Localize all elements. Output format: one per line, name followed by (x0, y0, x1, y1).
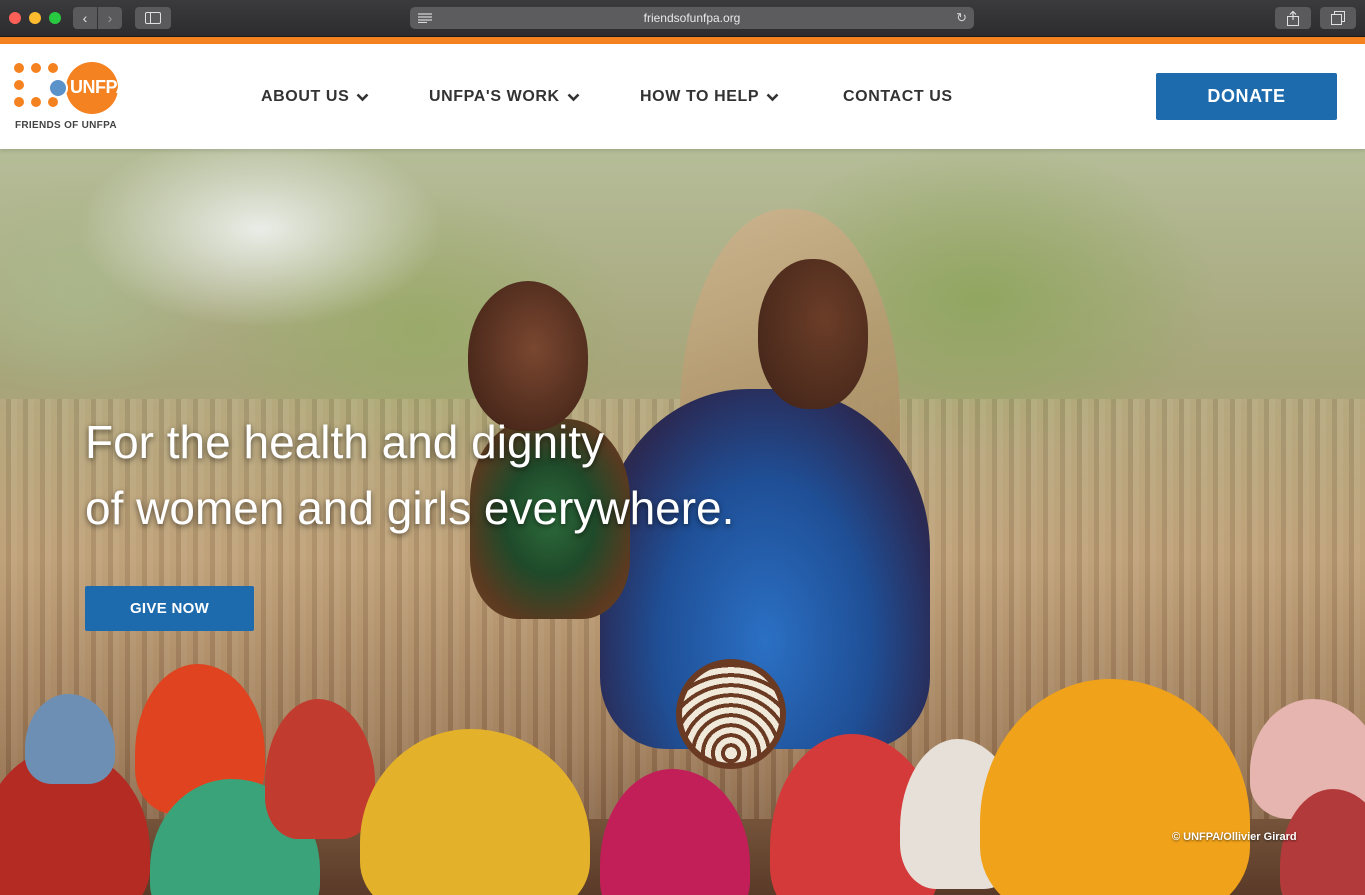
friends-of-unfpa-logo[interactable]: UNFPA FRIENDS OF UNFPA (14, 62, 129, 132)
photo-woman-face (758, 259, 868, 409)
logo-subtitle: FRIENDS OF UNFPA (15, 120, 117, 131)
share-button[interactable] (1275, 7, 1311, 29)
give-now-button[interactable]: GIVE NOW (85, 586, 254, 631)
nav-about-us[interactable]: ABOUT US (261, 88, 369, 106)
nav-contact-us[interactable]: CONTACT US (843, 88, 953, 106)
hero-banner: For the health and dignity of women and … (0, 149, 1365, 895)
back-button[interactable]: ‹ (73, 7, 97, 29)
nav-label: HOW TO HELP (640, 88, 760, 105)
reload-icon[interactable]: ↻ (956, 11, 967, 25)
chevron-down-icon (567, 93, 580, 101)
tabs-overview-button[interactable] (1320, 7, 1356, 29)
nav-unfpas-work[interactable]: UNFPA'S WORK (429, 88, 580, 106)
tabs-icon (1331, 11, 1345, 25)
chevron-left-icon: ‹ (82, 10, 88, 26)
donate-button[interactable]: DONATE (1156, 73, 1337, 120)
window-minimize-button[interactable] (29, 12, 41, 24)
browser-toolbar: ‹ › friendsofunfpa.org ↻ (0, 0, 1365, 37)
chevron-right-icon: › (107, 10, 113, 26)
url-text: friendsofunfpa.org (643, 11, 741, 25)
sidebar-icon (145, 12, 161, 24)
sidebar-toggle-button[interactable] (135, 7, 171, 29)
chevron-down-icon (766, 93, 779, 101)
photo-crowd (0, 639, 1365, 895)
nav-label: CONTACT US (843, 88, 953, 105)
hero-headline: For the health and dignity of women and … (85, 409, 885, 541)
window-maximize-button[interactable] (49, 12, 61, 24)
photo-credit: © UNFPA/Ollivier Girard (1172, 831, 1297, 843)
site-header: UNFPA FRIENDS OF UNFPA ABOUT US UNFPA'S … (0, 44, 1365, 149)
un-globe-icon (48, 78, 68, 98)
window-close-button[interactable] (9, 12, 21, 24)
hero-headline-line-2: of women and girls everywhere. (85, 482, 735, 534)
logo-wordmark: UNFPA (70, 77, 129, 97)
share-icon (1287, 11, 1299, 26)
nav-label: UNFPA'S WORK (429, 88, 560, 105)
forward-button[interactable]: › (98, 7, 122, 29)
nav-how-to-help[interactable]: HOW TO HELP (640, 88, 779, 106)
nav-label: ABOUT US (261, 88, 350, 105)
chevron-down-icon (356, 93, 369, 101)
address-bar[interactable]: friendsofunfpa.org ↻ (410, 7, 974, 29)
accent-bar (0, 37, 1365, 44)
reader-icon[interactable] (418, 13, 432, 23)
hero-headline-line-1: For the health and dignity (85, 416, 605, 468)
